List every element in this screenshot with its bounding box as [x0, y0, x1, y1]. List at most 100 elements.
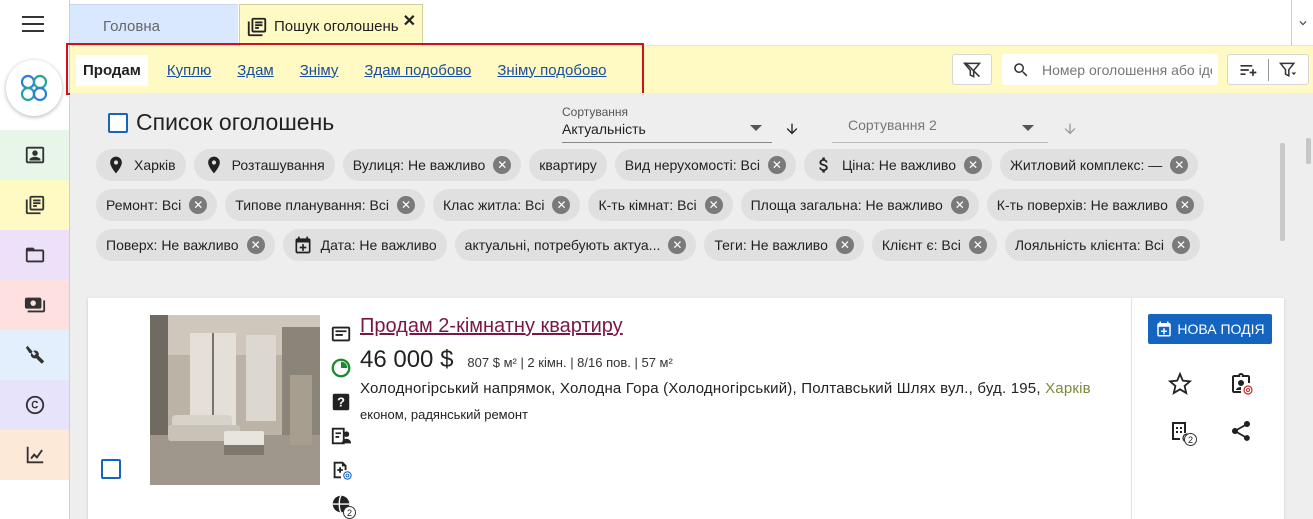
- filter-chip[interactable]: Розташування: [193, 149, 335, 181]
- deal-tab-1[interactable]: Куплю: [167, 62, 211, 79]
- calendar-icon: [295, 236, 311, 254]
- filter-chip[interactable]: Ремонт: Всі ✕: [96, 189, 218, 221]
- filter-chip[interactable]: К-ть кімнат: Всі ✕: [588, 189, 733, 221]
- chip-remove-icon[interactable]: ✕: [1175, 196, 1194, 214]
- filter-actions-group: [1227, 54, 1309, 85]
- sort2-select[interactable]: Сортування 2: [832, 105, 1048, 143]
- search-icon: [1014, 62, 1028, 76]
- arrow-down-icon: [1064, 123, 1076, 135]
- rail-item-copyright[interactable]: [0, 380, 69, 430]
- filter-chip-label: квартиру: [539, 157, 597, 173]
- filter-chip[interactable]: Теги: Не важливо ✕: [704, 229, 864, 261]
- filter-chip[interactable]: актуальні, потребують актуа... ✕: [454, 229, 697, 261]
- filter-chip[interactable]: Вулиця: Не важливо ✕: [342, 149, 522, 181]
- listings-icon: [25, 195, 44, 215]
- deal-tab-4[interactable]: Здам подобово: [364, 62, 471, 79]
- chip-remove-icon[interactable]: ✕: [552, 196, 571, 214]
- hamburger-icon[interactable]: [22, 16, 44, 34]
- share-button[interactable]: [1228, 418, 1254, 444]
- chip-remove-icon[interactable]: ✕: [964, 156, 982, 174]
- filter-chip[interactable]: Поверх: Не важливо ✕: [96, 229, 275, 261]
- filter-chip[interactable]: Житловий комплекс: — ✕: [1000, 149, 1199, 181]
- chip-remove-icon[interactable]: ✕: [396, 196, 415, 214]
- listing-title-link[interactable]: Продам 2-кімнатну квартиру: [360, 315, 623, 338]
- sort2-direction-button[interactable]: [1062, 121, 1078, 137]
- filter-menu-button[interactable]: [1268, 60, 1308, 80]
- rail-item-contacts[interactable]: [0, 130, 69, 180]
- filter-chip[interactable]: Площа загальна: Не важливо ✕: [740, 189, 979, 221]
- tab-listing-search[interactable]: Пошук оголошень ✕: [239, 4, 423, 48]
- listing-checkbox[interactable]: [101, 459, 121, 479]
- add-filter-button[interactable]: [1228, 60, 1268, 80]
- select-all-checkbox[interactable]: [108, 112, 128, 133]
- calendar-add-icon: [1157, 321, 1172, 337]
- documents-button[interactable]: 2: [1167, 418, 1197, 446]
- favorite-button[interactable]: [1167, 371, 1193, 397]
- chip-remove-icon[interactable]: ✕: [835, 236, 854, 254]
- filter-chip[interactable]: Дата: Не важливо: [282, 229, 447, 261]
- listing-price: 46 000 $: [360, 346, 454, 373]
- price-row: 46 000 $ 807 $ м² | 2 кімн. | 8/16 пов. …: [360, 346, 673, 374]
- assign-client-button[interactable]: [1228, 371, 1254, 397]
- filter-chip-label: Ремонт: Всі: [106, 197, 182, 213]
- chips-scrollbar[interactable]: [1280, 143, 1285, 241]
- listing-address: Холодногірський напрямок, Холодна Гора (…: [360, 380, 1091, 397]
- filter-chip[interactable]: Вид нерухомості: Всі ✕: [614, 149, 796, 181]
- filter-chip-label: Лояльність клієнта: Всі: [1014, 237, 1165, 253]
- filter-chip-label: Площа загальна: Не важливо: [750, 197, 943, 213]
- listing-icon-column: ? 2: [328, 317, 356, 519]
- deal-tab-0[interactable]: Продам: [76, 54, 148, 86]
- tab-home[interactable]: Головна: [70, 4, 238, 46]
- add-client-icon[interactable]: [328, 453, 354, 487]
- chip-remove-icon[interactable]: ✕: [246, 236, 265, 254]
- clear-filter-button[interactable]: [952, 54, 992, 85]
- chip-remove-icon[interactable]: ✕: [668, 236, 687, 254]
- filter-chip[interactable]: Харків: [96, 149, 186, 181]
- question-icon[interactable]: ?: [328, 385, 354, 419]
- tabs-dropdown-button[interactable]: [1291, 0, 1313, 46]
- dollar-icon: [819, 157, 828, 173]
- toolbar: Продам Куплю Здам Зніму Здам подобово Зніму п…: [70, 46, 1313, 93]
- app-logo[interactable]: [6, 60, 62, 116]
- status-pie-icon: [328, 351, 354, 385]
- chip-remove-icon[interactable]: ✕: [1172, 236, 1191, 254]
- svg-text:?: ?: [337, 395, 345, 410]
- search-input[interactable]: [1042, 61, 1212, 78]
- sort-select[interactable]: Сортування Актуальність: [562, 105, 772, 143]
- deal-tab-2[interactable]: Здам: [237, 62, 273, 79]
- chip-remove-icon[interactable]: ✕: [1170, 156, 1189, 174]
- filter-chip[interactable]: Клас житла: Всі ✕: [432, 189, 581, 221]
- chip-remove-icon[interactable]: ✕: [704, 196, 723, 214]
- filter-chip[interactable]: Клієнт є: Всі ✕: [871, 229, 997, 261]
- rail-item-analytics[interactable]: [0, 430, 69, 480]
- sort-direction-button[interactable]: [784, 121, 800, 137]
- new-event-button[interactable]: НОВА ПОДІЯ: [1148, 314, 1272, 344]
- filter-chips: Харків Розташування Вулиця: Не важливо ✕ ква…: [96, 149, 1276, 269]
- filter-chip[interactable]: Ціна: Не важливо ✕: [803, 149, 992, 181]
- filter-chip[interactable]: Лояльність клієнта: Всі ✕: [1004, 229, 1201, 261]
- chip-remove-icon[interactable]: ✕: [767, 156, 786, 174]
- listing-photo[interactable]: [150, 315, 320, 485]
- chip-remove-icon[interactable]: ✕: [950, 196, 969, 214]
- deal-tab-3[interactable]: Зніму: [300, 62, 339, 79]
- page-scrollbar[interactable]: [1306, 138, 1311, 164]
- close-icon[interactable]: ✕: [403, 11, 416, 31]
- filter-chip[interactable]: квартиру: [529, 149, 607, 181]
- rail-item-folders[interactable]: [0, 230, 69, 280]
- filter-chip-label: Житловий комплекс: —: [1010, 157, 1163, 173]
- chip-remove-icon[interactable]: ✕: [189, 196, 208, 214]
- filter-chip[interactable]: Типове планування: Всі ✕: [225, 189, 425, 221]
- rail-item-tools[interactable]: [0, 330, 69, 380]
- owner-contact-icon[interactable]: [328, 419, 354, 453]
- list-header: Список оголошень: [108, 109, 334, 136]
- chip-remove-icon[interactable]: ✕: [968, 236, 987, 254]
- chip-remove-icon[interactable]: ✕: [493, 156, 512, 174]
- folder-icon: [25, 247, 44, 263]
- web-sites-icon[interactable]: 2: [328, 487, 356, 519]
- filter-chip[interactable]: К-ть поверхів: Не важливо ✕: [986, 189, 1204, 221]
- filter-chip-label: К-ть поверхів: Не важливо: [996, 197, 1168, 213]
- deal-tab-5[interactable]: Зніму подобово: [497, 62, 606, 79]
- rail-item-listings[interactable]: [0, 180, 69, 230]
- rail-item-payments[interactable]: [0, 280, 69, 330]
- sort2-placeholder: Сортування 2: [848, 117, 937, 133]
